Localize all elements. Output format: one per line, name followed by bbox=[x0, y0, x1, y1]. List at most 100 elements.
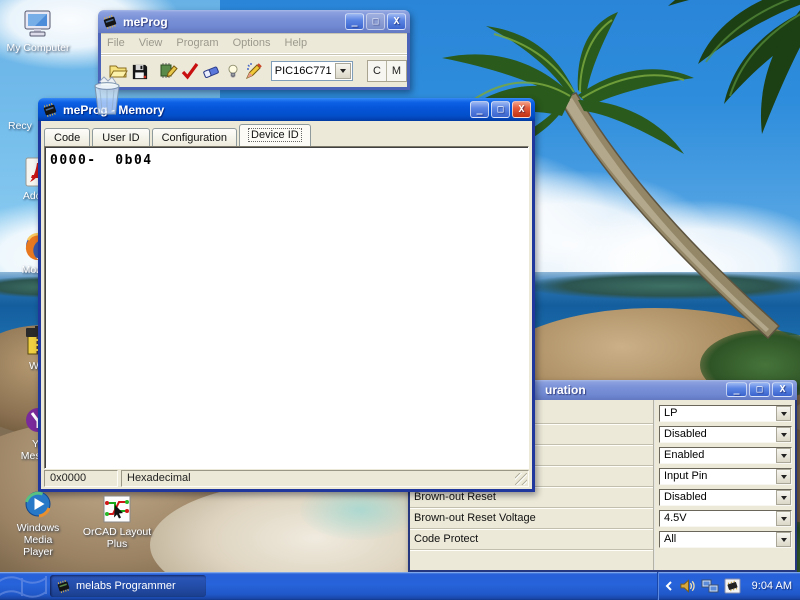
config-dropdown-value: LP bbox=[664, 407, 678, 419]
device-combobox[interactable] bbox=[270, 61, 353, 81]
menu-program[interactable]: Program bbox=[176, 37, 218, 49]
dropdown-arrow-button[interactable] bbox=[776, 427, 791, 442]
taskbar-clock: 9:04 AM bbox=[751, 580, 792, 592]
c-button[interactable]: C bbox=[368, 61, 387, 81]
island bbox=[520, 272, 800, 300]
verify-icon bbox=[181, 63, 199, 80]
status-format: Hexadecimal bbox=[121, 470, 529, 487]
dropdown-arrow-button[interactable] bbox=[776, 490, 791, 505]
memory-content[interactable]: 0000- 0b04 bbox=[44, 146, 529, 469]
config-dropdown[interactable]: Input Pin bbox=[659, 468, 792, 485]
tab-code[interactable]: Code bbox=[44, 128, 91, 146]
desktop-icon-my-computer[interactable]: My Computer bbox=[2, 8, 74, 54]
maximize-button[interactable]: □ bbox=[491, 101, 510, 118]
tab-configuration[interactable]: Configuration bbox=[151, 128, 238, 146]
config-dropdown-value: Enabled bbox=[664, 449, 705, 461]
blank-check-icon bbox=[228, 64, 238, 78]
config-dropdown[interactable]: All bbox=[659, 531, 792, 548]
windows-flag-icon bbox=[0, 576, 47, 598]
tab-device-id[interactable]: Device ID bbox=[239, 124, 311, 146]
config-dropdown[interactable]: Disabled bbox=[659, 426, 792, 443]
dropdown-arrow-button[interactable] bbox=[776, 469, 791, 484]
chevron-down-icon bbox=[780, 495, 787, 500]
chevron-down-icon bbox=[780, 516, 787, 521]
menu-options[interactable]: Options bbox=[233, 37, 271, 49]
taskbar-button-melabs[interactable]: melabs Programmer bbox=[50, 575, 206, 597]
tab-user-id[interactable]: User ID bbox=[92, 128, 150, 146]
maximize-button[interactable]: □ bbox=[366, 13, 385, 30]
dropdown-arrow-button[interactable] bbox=[776, 448, 791, 463]
my-computer-icon bbox=[24, 10, 51, 37]
desktop-icon-label: Windows Media bbox=[16, 522, 60, 546]
status-address: 0x0000 bbox=[44, 470, 118, 487]
config-dropdown[interactable]: LP bbox=[659, 405, 792, 422]
tab-label: Code bbox=[54, 132, 81, 144]
desktop-icon-label: My Computer bbox=[6, 42, 70, 54]
config-dropdown[interactable]: Enabled bbox=[659, 447, 792, 464]
dropdown-arrow-button[interactable] bbox=[776, 511, 791, 526]
network-icon[interactable] bbox=[701, 578, 719, 594]
close-button[interactable]: X bbox=[512, 101, 531, 118]
orcad-icon bbox=[103, 495, 131, 523]
close-button[interactable]: X bbox=[387, 13, 406, 30]
status-bar: 0x0000 Hexadecimal bbox=[44, 470, 529, 487]
chevron-down-icon bbox=[780, 474, 787, 479]
m-button[interactable]: M bbox=[387, 61, 406, 81]
dropdown-arrow-button[interactable] bbox=[776, 532, 791, 547]
menu-help[interactable]: Help bbox=[285, 37, 308, 49]
programmer-tray-icon[interactable] bbox=[724, 578, 741, 594]
close-button[interactable]: X bbox=[772, 382, 793, 397]
desktop-icon-windows-media-player[interactable]: Windows Media Player bbox=[2, 488, 74, 558]
meprog-titlebar[interactable]: meProg _ □ X bbox=[98, 10, 410, 33]
config-dropdown[interactable]: Disabled bbox=[659, 489, 792, 506]
maximize-button[interactable]: □ bbox=[749, 382, 770, 397]
memory-hex-text: 0000- 0b04 bbox=[50, 153, 153, 168]
config-row-label: Brown-out Reset Voltage bbox=[414, 512, 536, 524]
chip-icon bbox=[57, 579, 70, 593]
volume-icon[interactable] bbox=[679, 578, 696, 594]
desktop-icon-orcad[interactable]: OrCAD Layout Plus bbox=[81, 494, 153, 550]
minimize-button[interactable]: _ bbox=[345, 13, 364, 30]
meprog-window: meProg _ □ X File View Program Options H… bbox=[98, 10, 410, 90]
combobox-dropdown-button[interactable] bbox=[334, 63, 351, 79]
dropdown-arrow-button[interactable] bbox=[776, 406, 791, 421]
save-file-icon bbox=[132, 64, 147, 79]
resize-grip[interactable] bbox=[515, 473, 527, 485]
desktop-icon-label: OrCAD Layout bbox=[82, 526, 152, 538]
collapse-chevron-icon[interactable] bbox=[664, 580, 674, 592]
config-dropdown-value: Input Pin bbox=[664, 470, 708, 482]
config-dropdown-value: 4.5V bbox=[664, 512, 687, 524]
memory-window-body: Code User ID Configuration Device ID 000… bbox=[38, 121, 535, 492]
config-window-title: uration bbox=[545, 383, 586, 397]
meprog-window-title: meProg bbox=[123, 14, 168, 29]
chevron-down-icon bbox=[780, 411, 787, 416]
minimize-button[interactable]: _ bbox=[470, 101, 489, 118]
blank-check-button[interactable] bbox=[222, 59, 243, 83]
config-dropdown[interactable]: 4.5V bbox=[659, 510, 792, 527]
device-combobox-value[interactable] bbox=[271, 62, 344, 80]
chip-icon bbox=[43, 102, 57, 117]
chevron-down-icon bbox=[339, 69, 346, 73]
config-row-label: Brown-out Reset bbox=[414, 491, 496, 503]
menu-file[interactable]: File bbox=[107, 37, 125, 49]
menu-view[interactable]: View bbox=[139, 37, 163, 49]
tab-label: Device ID bbox=[248, 128, 302, 142]
program-chip-icon bbox=[160, 63, 179, 78]
chevron-down-icon bbox=[780, 537, 787, 542]
erase-button[interactable] bbox=[201, 59, 222, 83]
save-file-button[interactable] bbox=[128, 59, 149, 83]
minimize-button[interactable]: _ bbox=[726, 382, 747, 397]
config-row: Brown-out Reset Voltage 4.5V bbox=[410, 508, 795, 529]
desktop-icon-label: Plus bbox=[106, 538, 128, 550]
memory-window: meProg - Memory _ □ X Code User ID Confi… bbox=[38, 98, 535, 492]
tab-label: Configuration bbox=[161, 132, 228, 144]
toolbar: C M bbox=[101, 54, 407, 87]
read-chip-button[interactable] bbox=[243, 59, 264, 83]
system-tray: 9:04 AM bbox=[656, 572, 800, 600]
windows-media-player-icon bbox=[25, 491, 51, 518]
chevron-down-icon bbox=[780, 432, 787, 437]
program-chip-button[interactable] bbox=[158, 59, 179, 83]
recycle-bin-icon[interactable] bbox=[85, 76, 129, 123]
row-divider bbox=[410, 549, 653, 550]
verify-button[interactable] bbox=[179, 59, 200, 83]
